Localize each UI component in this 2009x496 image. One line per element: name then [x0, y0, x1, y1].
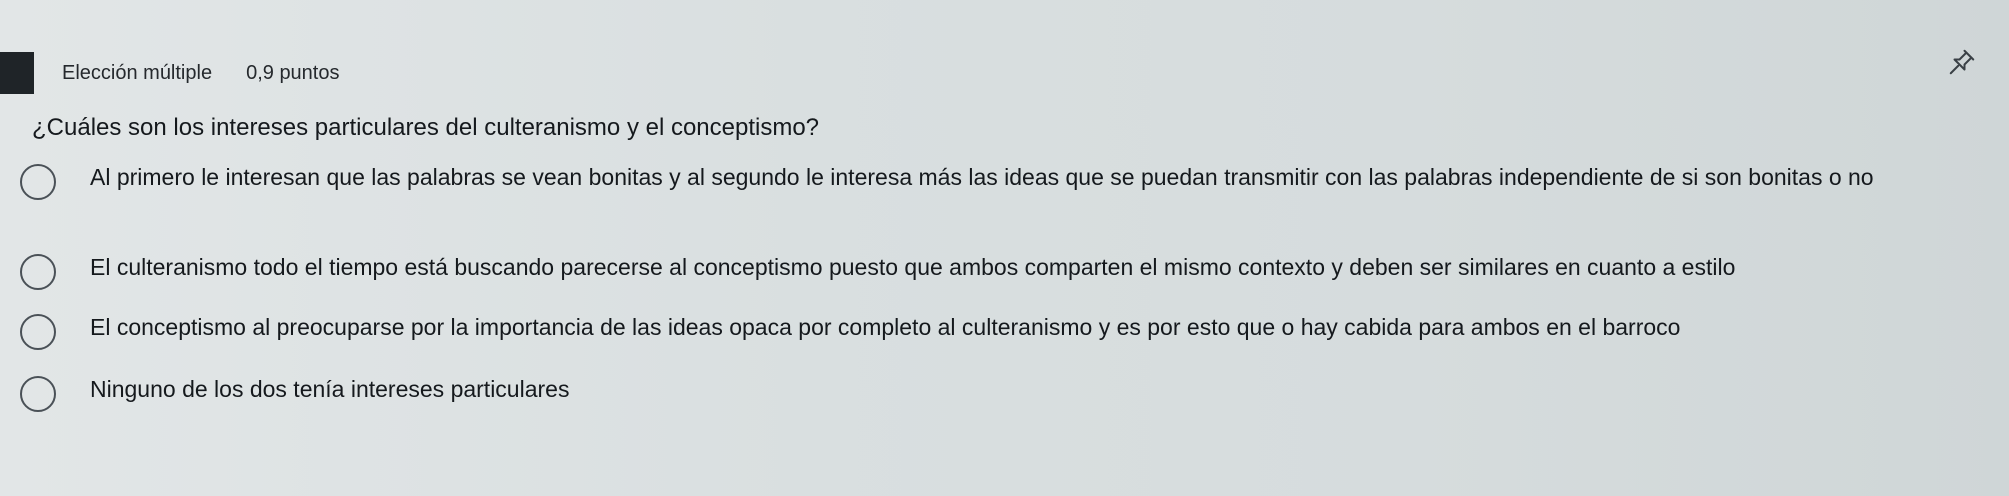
answer-option-label: Ninguno de los dos tenía intereses parti… [90, 376, 570, 402]
radio-button[interactable] [20, 254, 56, 290]
answer-option-3[interactable]: El conceptismo al preocuparse por la imp… [20, 314, 1989, 350]
question-header: Elección múltiple 0,9 puntos [62, 62, 340, 85]
answer-option-1[interactable]: Al primero le interesan que las palabras… [20, 164, 1989, 200]
question-type-label: Elección múltiple [62, 62, 213, 84]
question-marker [0, 52, 34, 94]
answer-option-2[interactable]: El culteranismo todo el tiempo está busc… [20, 254, 1989, 290]
points-label: 0,9 puntos [246, 62, 340, 84]
answer-option-label: El conceptismo al preocuparse por la imp… [90, 314, 1681, 340]
question-text: ¿Cuáles son los intereses particulares d… [32, 114, 820, 141]
answer-option-label: El culteranismo todo el tiempo está busc… [90, 254, 1736, 280]
answer-option-4[interactable]: Ninguno de los dos tenía intereses parti… [20, 376, 1989, 412]
pin-icon[interactable] [1944, 44, 1980, 80]
answer-option-label: Al primero le interesan que las palabras… [90, 164, 1874, 190]
radio-button[interactable] [20, 376, 56, 412]
radio-button[interactable] [20, 314, 56, 350]
quiz-page: Elección múltiple 0,9 puntos ¿Cuáles son… [0, 0, 2009, 496]
radio-button[interactable] [20, 164, 56, 200]
